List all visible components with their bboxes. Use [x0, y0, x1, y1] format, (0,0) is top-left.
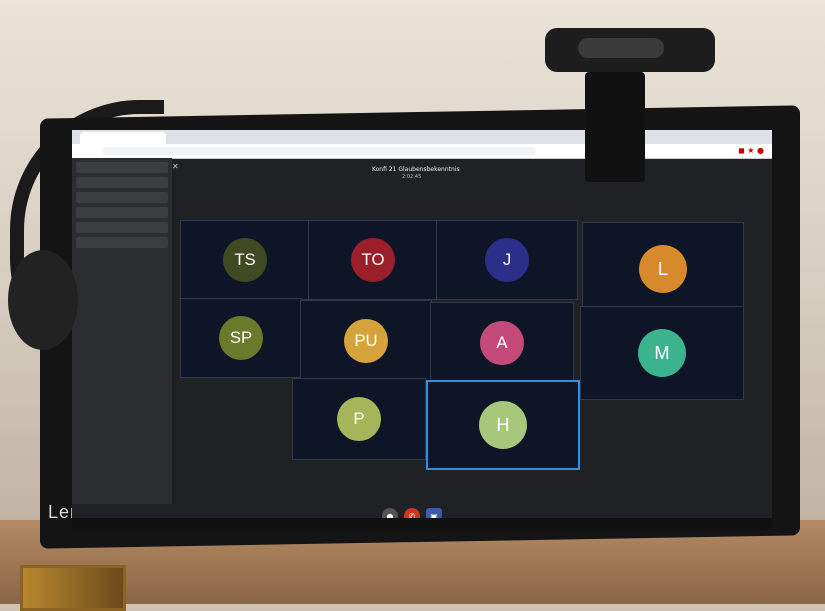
address-bar: ◼ ★ ● — [72, 144, 772, 159]
participant-tile[interactable]: M — [580, 306, 744, 400]
participant-tile[interactable]: TO — [308, 220, 438, 300]
windows-taskbar — [72, 518, 772, 530]
participant-avatar: P — [337, 397, 381, 441]
participant-tile[interactable]: H — [426, 380, 580, 470]
participant-avatar: SP — [219, 316, 263, 360]
participant-tile[interactable]: J — [436, 220, 578, 300]
participant-tile[interactable]: P — [292, 378, 426, 460]
participant-tile[interactable]: PU — [300, 300, 432, 382]
chat-message — [76, 222, 168, 233]
meeting-title: Konfi 21 Glaubensbekenntnis — [372, 166, 460, 173]
participant-avatar: H — [479, 401, 527, 449]
participant-tile[interactable]: L — [582, 222, 744, 316]
participant-avatar: A — [480, 321, 524, 365]
screen: ◼ ★ ● ✕ Konfi 21 Glaubensbekenntnis 2:02… — [72, 130, 772, 530]
chat-message — [76, 192, 168, 203]
webcam-mount — [585, 72, 645, 182]
participant-avatar: J — [485, 238, 529, 282]
browser-tabbar — [72, 130, 772, 144]
chat-message — [76, 162, 168, 173]
chat-message — [76, 207, 168, 218]
participant-avatar: TO — [351, 238, 395, 282]
chat-close-icon[interactable]: ✕ — [172, 162, 179, 171]
chat-message — [76, 177, 168, 188]
browser-tab[interactable] — [80, 132, 166, 144]
participant-tile[interactable]: SP — [180, 298, 302, 378]
extension-icons[interactable]: ◼ ★ ● — [738, 146, 764, 155]
url-field[interactable] — [102, 147, 536, 155]
chat-message — [76, 237, 168, 248]
icon-frames — [20, 565, 126, 611]
participant-tile[interactable]: TS — [180, 220, 310, 300]
participant-avatar: M — [638, 329, 686, 377]
chat-panel — [72, 158, 172, 530]
participant-avatar: TS — [223, 238, 267, 282]
participant-avatar: L — [639, 245, 687, 293]
meeting-duration: 2:02:45 — [402, 174, 422, 180]
webcam-lens — [578, 38, 664, 58]
participant-tile[interactable]: A — [430, 302, 574, 384]
headset-earcup — [8, 250, 78, 350]
participant-avatar: PU — [344, 319, 388, 363]
